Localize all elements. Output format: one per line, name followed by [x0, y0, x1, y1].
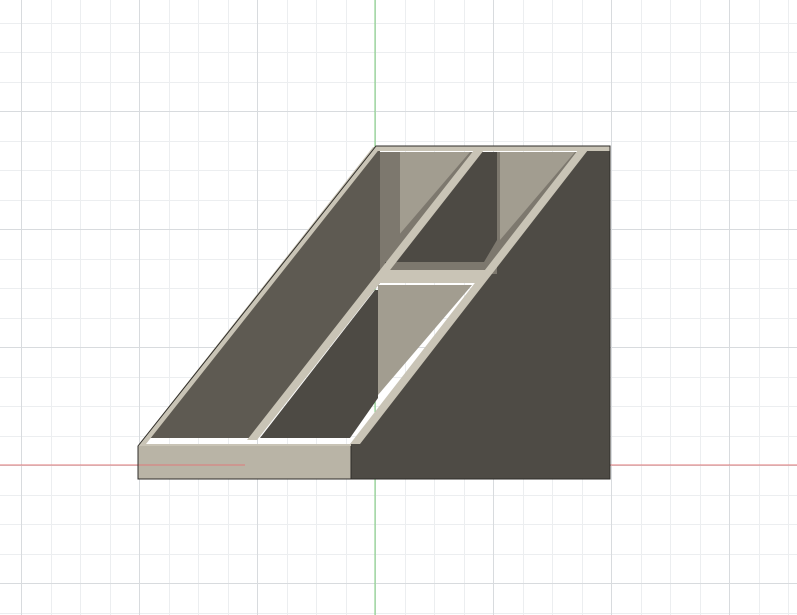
viewport-canvas[interactable] — [0, 0, 797, 615]
3d-viewport[interactable] — [0, 0, 797, 615]
organizer-model[interactable] — [137, 145, 611, 480]
top-rim — [375, 146, 610, 151]
inner-shelf-top — [377, 270, 486, 283]
upper-compartment-panel-left-shade — [398, 152, 400, 236]
organizer-base-plate — [138, 446, 351, 479]
